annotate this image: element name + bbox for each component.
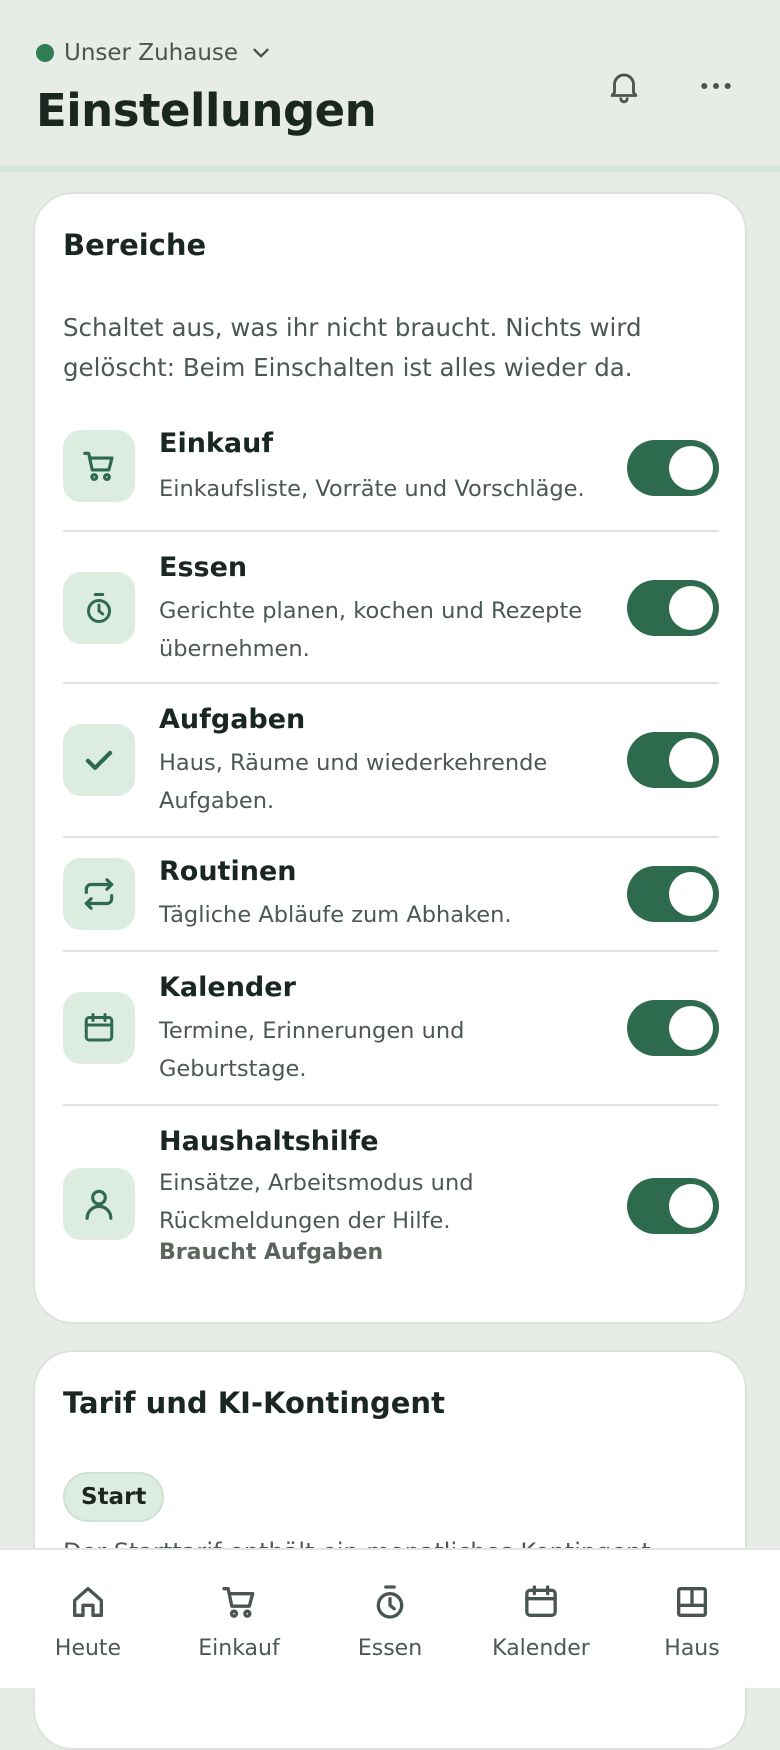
area-title: Kalender <box>159 972 296 1003</box>
household-switcher[interactable]: Unser Zuhause <box>36 38 274 68</box>
tab-einkauf[interactable]: Einkauf <box>161 1550 317 1690</box>
area-description: Termine, Erinnerungen und Geburtstage. <box>159 1018 465 1082</box>
area-description: Gerichte planen, kochen und Rezepte über… <box>159 598 583 662</box>
check-icon <box>63 724 135 796</box>
household-name: Unser Zuhause <box>64 40 239 66</box>
status-dot <box>36 44 54 62</box>
tab-label: Haus <box>664 1636 720 1661</box>
tab-label: Essen <box>357 1636 423 1661</box>
tab-heute[interactable]: Heute <box>10 1550 166 1690</box>
home-icon <box>66 1580 110 1624</box>
tab-label: Einkauf <box>198 1636 280 1661</box>
areas-title: Bereiche <box>63 228 207 262</box>
header-divider <box>0 166 780 172</box>
toggle-knob <box>669 738 713 782</box>
repeat-icon <box>63 858 135 930</box>
toggle-essen[interactable] <box>627 580 719 636</box>
page-title: Einstellungen <box>36 84 377 137</box>
areas-card: Bereiche Schaltet aus, was ihr nicht bra… <box>33 192 747 1324</box>
timer-icon <box>63 572 135 644</box>
tab-essen[interactable]: Essen <box>312 1550 468 1690</box>
area-description: Einkaufsliste, Vorräte und Vorschläge. <box>159 476 585 502</box>
calendar-icon <box>519 1580 563 1624</box>
layout-icon <box>670 1580 714 1624</box>
tab-kalender[interactable]: Kalender <box>463 1550 619 1690</box>
area-title: Haushaltshilfe <box>159 1126 379 1157</box>
app-header: Unser Zuhause Einstellungen <box>0 0 780 168</box>
tab-label: Kalender <box>492 1636 590 1661</box>
area-title: Aufgaben <box>159 704 306 735</box>
area-title: Essen <box>159 552 248 583</box>
tab-haus[interactable]: Haus <box>614 1550 770 1690</box>
area-description: Einsätze, Arbeitsmodus und Rückmeldungen… <box>159 1170 474 1234</box>
cart-icon <box>217 1580 261 1624</box>
calendar-icon <box>63 992 135 1064</box>
toggle-einkauf[interactable] <box>627 440 719 496</box>
person-icon <box>63 1168 135 1240</box>
toggle-knob <box>669 586 713 630</box>
area-row-routinen: Routinen Tägliche Abläufe zum Abhaken. <box>63 838 719 952</box>
toggle-knob <box>669 872 713 916</box>
toggle-knob <box>669 1184 713 1228</box>
plan-badge: Start <box>63 1472 165 1522</box>
area-row-aufgaben: Aufgaben Haus, Räume und wiederkehrende … <box>63 684 719 838</box>
more-icon[interactable] <box>692 62 740 110</box>
toggle-routinen[interactable] <box>627 866 719 922</box>
area-row-essen: Essen Gerichte planen, kochen und Rezept… <box>63 532 719 684</box>
bell-icon[interactable] <box>600 62 648 110</box>
cart-icon <box>63 430 135 502</box>
areas-intro: Schaltet aus, was ihr nicht braucht. Nic… <box>63 313 642 382</box>
bottom-tab-bar: Heute Einkauf Essen Kalender Haus <box>0 1548 780 1688</box>
area-row-einkauf: Einkauf Einkaufsliste, Vorräte und Vorsc… <box>63 420 719 532</box>
area-description: Haus, Räume und wiederkehrende Aufgaben. <box>159 750 548 814</box>
toggle-haushaltshilfe[interactable] <box>627 1178 719 1234</box>
area-row-haushaltshilfe: Haushaltshilfe Einsätze, Arbeitsmodus un… <box>63 1106 719 1306</box>
toggle-knob <box>669 446 713 490</box>
chevron-down-icon <box>253 48 269 58</box>
area-row-kalender: Kalender Termine, Erinnerungen und Gebur… <box>63 952 719 1106</box>
plan-title: Tarif und KI-Kontingent <box>63 1386 445 1420</box>
tab-label: Heute <box>54 1636 122 1661</box>
area-description: Tägliche Abläufe zum Abhaken. <box>159 902 512 928</box>
toggle-aufgaben[interactable] <box>627 732 719 788</box>
area-title: Einkauf <box>159 428 274 459</box>
toggle-knob <box>669 1006 713 1050</box>
toggle-kalender[interactable] <box>627 1000 719 1056</box>
dependency-note: Braucht Aufgaben <box>159 1240 384 1265</box>
timer-icon <box>368 1580 412 1624</box>
area-title: Routinen <box>159 856 297 887</box>
